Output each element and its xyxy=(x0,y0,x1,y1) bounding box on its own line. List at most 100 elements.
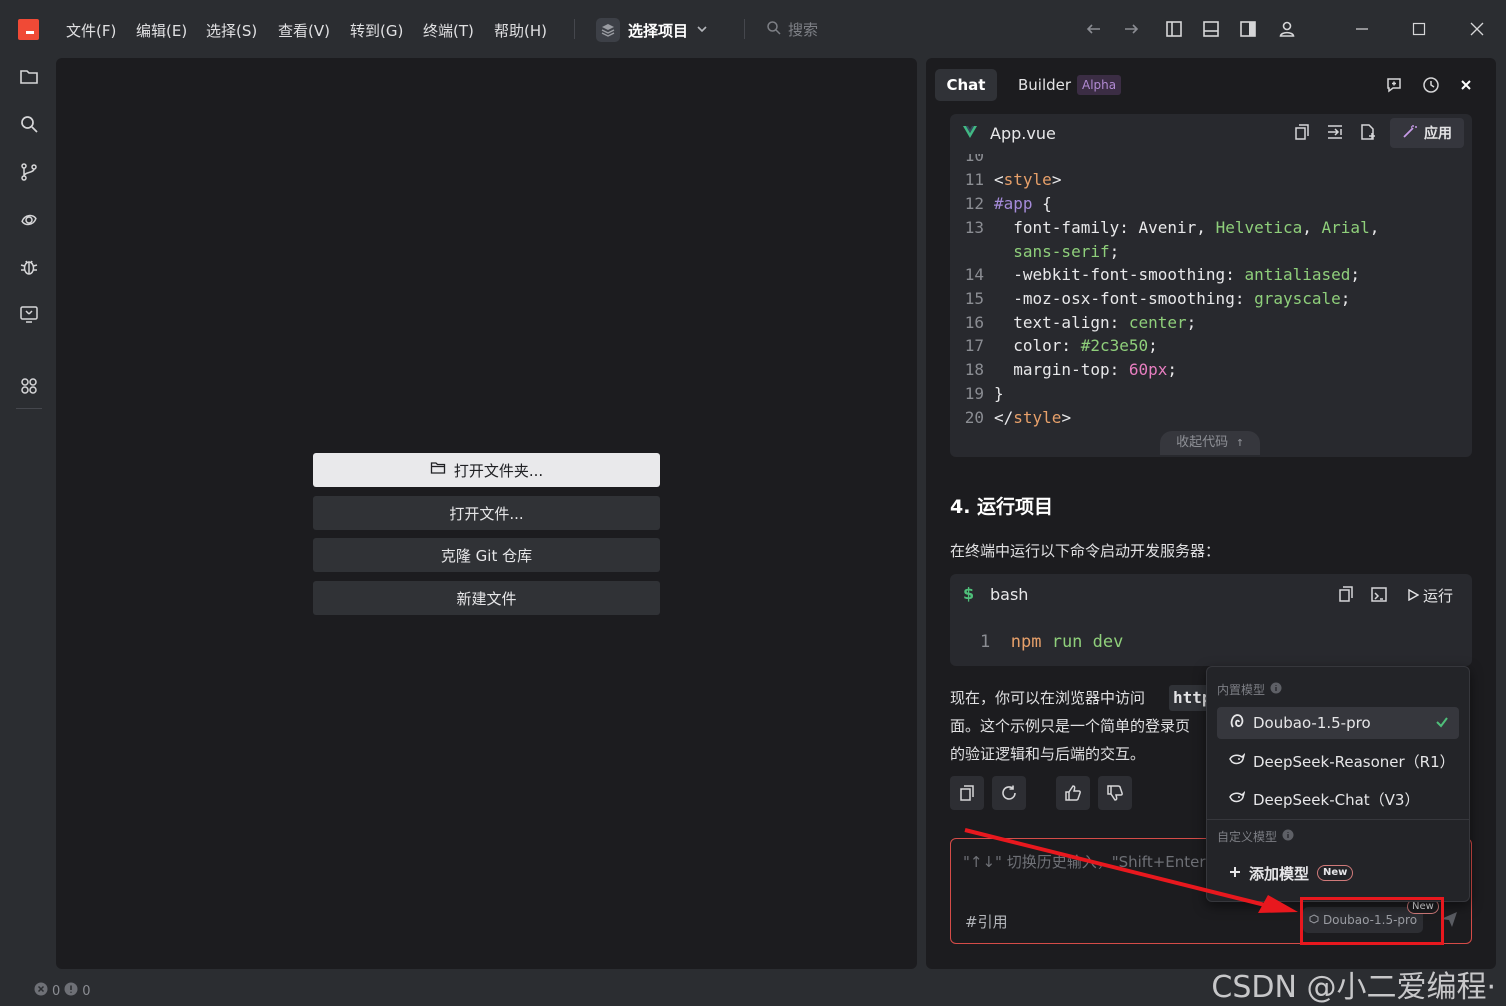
code-line: 10 xyxy=(964,154,984,165)
thumbs-down-button[interactable] xyxy=(1098,776,1132,810)
source-control-icon[interactable] xyxy=(17,160,41,184)
divider xyxy=(574,19,575,39)
close-window-icon[interactable] xyxy=(1466,18,1488,40)
reference-button[interactable]: #引用 xyxy=(965,911,1008,932)
vue-logo-icon xyxy=(962,124,978,144)
activity-bar xyxy=(0,58,56,973)
copy-answer-button[interactable] xyxy=(950,776,984,810)
code-file-name: App.vue xyxy=(990,124,1056,143)
close-panel-icon[interactable] xyxy=(1455,74,1477,96)
code-line: 20 </style> xyxy=(964,408,1072,427)
search-input[interactable]: 搜索 xyxy=(766,19,818,40)
new-file-icon[interactable] xyxy=(1359,123,1377,145)
add-model-button[interactable]: 添加模型 New xyxy=(1217,857,1459,889)
project-selector[interactable]: 选择项目 xyxy=(596,17,708,43)
tab-chat[interactable]: Chat xyxy=(935,69,997,101)
clone-git-button[interactable]: 克隆 Git 仓库 xyxy=(313,538,660,572)
project-selector-label: 选择项目 xyxy=(628,21,689,40)
play-icon xyxy=(1407,587,1420,605)
deepseek-whale-icon xyxy=(1229,751,1246,771)
code-line: 11 <style> xyxy=(964,170,1062,189)
toggle-bottom-panel-icon[interactable] xyxy=(1200,18,1222,40)
magic-wand-icon xyxy=(1402,123,1418,143)
code-block: App.vue 应用 10 11 <style> 12 #app { 13 font… xyxy=(950,114,1472,457)
answer-paragraph: 的验证逻辑和与后端的交互。 xyxy=(950,745,1146,763)
bash-prompt-icon: $ xyxy=(963,584,975,603)
model-option-doubao[interactable]: Doubao-1.5-pro xyxy=(1217,707,1459,739)
code-line: 15 -moz-osx-font-smoothing: grayscale; xyxy=(964,289,1351,308)
open-file-button[interactable]: 打开文件... xyxy=(313,496,660,530)
forward-arrow-icon[interactable] xyxy=(1120,18,1142,40)
code-line: 14 -webkit-font-smoothing: antialiased; xyxy=(964,265,1361,284)
error-icon xyxy=(34,982,48,1000)
code-line: 19} xyxy=(964,384,1004,403)
error-count: 0 xyxy=(52,983,61,999)
apply-button[interactable]: 应用 xyxy=(1390,118,1464,148)
menu-view[interactable]: 查看(V) xyxy=(278,20,330,41)
divider xyxy=(1207,819,1469,820)
back-arrow-icon[interactable] xyxy=(1083,18,1105,40)
tab-builder[interactable]: Builder xyxy=(1018,76,1071,94)
add-model-label: 添加模型 xyxy=(1249,864,1310,883)
bash-code-block: $ bash 运行 1 npm run dev xyxy=(950,574,1472,666)
debug-bug-icon[interactable] xyxy=(17,255,41,279)
apply-label: 应用 xyxy=(1424,126,1452,142)
layers-icon xyxy=(596,18,620,42)
watermark: CSDN @小二爱编程· xyxy=(1211,970,1496,1005)
history-icon[interactable] xyxy=(1420,74,1442,96)
account-icon[interactable] xyxy=(1276,18,1298,40)
open-folder-label: 打开文件夹... xyxy=(453,461,544,480)
regenerate-button[interactable] xyxy=(992,776,1026,810)
url-inline-code[interactable]: http xyxy=(1169,685,1209,711)
extensions-icon[interactable] xyxy=(17,374,41,398)
run-button[interactable]: 运行 xyxy=(1407,585,1453,606)
collapse-code-button[interactable]: 收起代码 ↑ xyxy=(1160,431,1260,455)
menu-terminal[interactable]: 终端(T) xyxy=(423,20,474,41)
copy-icon[interactable] xyxy=(1293,123,1311,145)
model-option-deepseek-r1[interactable]: DeepSeek-Reasoner（R1） xyxy=(1217,745,1459,777)
open-folder-button[interactable]: 打开文件夹... xyxy=(313,453,660,487)
preview-icon[interactable] xyxy=(17,302,41,326)
step-heading: 4. 运行项目 xyxy=(950,496,1054,518)
model-option-label: DeepSeek-Chat（V3） xyxy=(1253,790,1420,809)
insert-code-icon[interactable] xyxy=(1326,123,1344,145)
model-dropdown: 内置模型 Doubao-1.5-pro DeepSeek-Reasoner（R1… xyxy=(1206,666,1470,902)
answer-paragraph: 面。这个示例只是一个简单的登录页 xyxy=(950,717,1191,735)
search-icon[interactable] xyxy=(17,112,41,136)
model-option-label: DeepSeek-Reasoner（R1） xyxy=(1253,752,1455,771)
send-to-terminal-icon[interactable] xyxy=(1370,585,1388,607)
code-line: sans-serif; xyxy=(1013,242,1120,261)
chat-input-placeholder: "↑↓" 切换历史输入，"Shift+Enter" xyxy=(963,853,1213,871)
warning-count: 0 xyxy=(82,983,91,999)
code-line: 13 font-family: Avenir, Helvetica, Arial… xyxy=(964,218,1380,237)
divider xyxy=(16,408,42,409)
new-file-button[interactable]: 新建文件 xyxy=(313,581,660,615)
alpha-badge: Alpha xyxy=(1077,75,1122,95)
menu-select[interactable]: 选择(S) xyxy=(206,20,257,41)
annotation-highlight-box xyxy=(1300,897,1444,945)
toggle-right-panel-icon[interactable] xyxy=(1237,18,1259,40)
new-badge: New xyxy=(1317,865,1354,881)
remote-icon[interactable] xyxy=(17,208,41,232)
maximize-icon[interactable] xyxy=(1408,18,1430,40)
toggle-left-panel-icon[interactable] xyxy=(1163,18,1185,40)
explorer-icon[interactable] xyxy=(17,65,41,89)
new-chat-icon[interactable] xyxy=(1384,74,1406,96)
search-icon xyxy=(766,20,782,40)
minimize-icon[interactable] xyxy=(1351,18,1373,40)
problems-indicator[interactable]: 0 0 xyxy=(34,982,91,1000)
bash-command-line: 1 npm run dev xyxy=(980,632,1124,652)
menu-help[interactable]: 帮助(H) xyxy=(494,20,547,41)
menu-goto[interactable]: 转到(G) xyxy=(350,20,403,41)
menu-edit[interactable]: 编辑(E) xyxy=(136,20,187,41)
thumbs-up-button[interactable] xyxy=(1056,776,1090,810)
code-line: 12 #app { xyxy=(964,194,1052,213)
search-placeholder: 搜索 xyxy=(788,21,819,39)
menu-file[interactable]: 文件(F) xyxy=(66,20,116,41)
model-option-deepseek-v3[interactable]: DeepSeek-Chat（V3） xyxy=(1217,783,1459,815)
model-option-label: Doubao-1.5-pro xyxy=(1253,714,1371,732)
copy-icon[interactable] xyxy=(1337,585,1355,607)
custom-models-heading: 自定义模型 xyxy=(1217,828,1294,845)
warning-icon xyxy=(64,982,78,1000)
title-bar: 文件(F) 编辑(E) 选择(S) 查看(V) 转到(G) 终端(T) 帮助(H… xyxy=(0,0,1506,58)
